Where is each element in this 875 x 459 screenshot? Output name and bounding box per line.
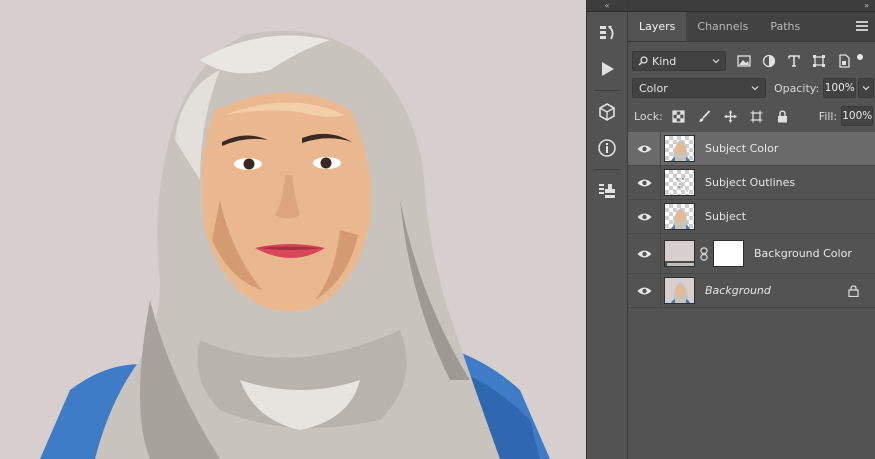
- opacity-label: Opacity:: [774, 81, 820, 95]
- eye-icon: [637, 145, 651, 152]
- tab-paths[interactable]: Paths: [759, 12, 811, 41]
- chevron-down-icon: [712, 59, 720, 64]
- lock-image-icon: [699, 109, 710, 122]
- lock-all-button[interactable]: [773, 107, 792, 126]
- layer-background-color[interactable]: Background Color: [628, 234, 875, 274]
- collapsed-panel-strip: «: [586, 0, 628, 459]
- layer-name: Background: [705, 284, 771, 297]
- tab-layers[interactable]: Layers: [628, 12, 687, 41]
- layer-thumbnail: [664, 169, 695, 196]
- play-icon: [602, 62, 614, 76]
- adjustment-filter-icon: [762, 54, 775, 68]
- lock-transparent-icon: [672, 109, 685, 123]
- filter-kind-label: Kind: [652, 54, 677, 68]
- expand-button[interactable]: »: [628, 0, 875, 12]
- type-filter-button[interactable]: [784, 52, 803, 71]
- layer-subject[interactable]: Subject: [628, 200, 875, 234]
- lock-artboard-icon: [750, 110, 763, 122]
- history-panel-button[interactable]: [587, 18, 627, 48]
- lock-all-icon: [777, 109, 787, 122]
- lock-label: Lock:: [634, 109, 663, 123]
- layer-filter-row: Kind: [628, 48, 875, 74]
- eye-icon: [637, 250, 651, 257]
- history-brush-icon: [600, 26, 614, 40]
- blend-mode-value: Color: [639, 81, 668, 95]
- 3d-cube-icon: [599, 103, 615, 121]
- clone-source-icon: [599, 184, 615, 198]
- layer-thumbnail: [664, 135, 695, 162]
- layer-thumbnail: [664, 277, 695, 304]
- chevron-down-icon: [862, 86, 870, 91]
- lock-transparent-button[interactable]: [669, 107, 688, 126]
- chevron-down-icon: [751, 86, 759, 91]
- panel-menu-icon[interactable]: [856, 21, 868, 31]
- vector-portrait-artwork: [40, 30, 550, 459]
- fill-layer-icon: [665, 261, 694, 266]
- portrait-thumbnail-icon: [670, 282, 691, 303]
- visibility-toggle[interactable]: [628, 144, 660, 154]
- fill-layer-thumbnail: [664, 240, 695, 267]
- opacity-slider-toggle[interactable]: [858, 78, 875, 98]
- smart-object-filter-icon: [838, 54, 850, 68]
- layer-subject-color[interactable]: Subject Color: [628, 132, 875, 166]
- info-icon: [598, 139, 616, 157]
- layer-name: Subject: [705, 210, 747, 223]
- layer-background[interactable]: Background: [628, 274, 875, 308]
- blend-mode-row: Color Opacity: 100%: [628, 76, 875, 100]
- divider: [594, 90, 620, 91]
- layer-mask-thumbnail: [713, 240, 744, 267]
- shape-filter-icon: [812, 55, 825, 67]
- divider: [594, 169, 620, 170]
- collapse-button[interactable]: «: [587, 0, 627, 12]
- opacity-input[interactable]: 100%: [823, 78, 857, 98]
- visibility-toggle[interactable]: [628, 286, 660, 296]
- blend-mode-dropdown[interactable]: Color: [632, 78, 766, 98]
- layer-name: Subject Color: [705, 142, 779, 155]
- image-filter-icon: [736, 55, 751, 67]
- type-filter-icon: [787, 55, 800, 67]
- 3d-panel-button[interactable]: [587, 97, 627, 127]
- visibility-toggle[interactable]: [628, 212, 660, 222]
- actions-panel-button[interactable]: [587, 54, 627, 84]
- search-icon: [638, 56, 648, 66]
- outlines-thumbnail-icon: [673, 174, 688, 192]
- lock-artboard-button[interactable]: [747, 107, 766, 126]
- lock-position-icon: [724, 110, 737, 122]
- visibility-toggle[interactable]: [628, 249, 660, 259]
- layers-list: Subject Color Subject Outlines Subject B…: [628, 132, 875, 308]
- visibility-toggle[interactable]: [628, 178, 660, 188]
- filter-kind-dropdown[interactable]: Kind: [632, 51, 726, 71]
- shape-filter-button[interactable]: [809, 52, 828, 71]
- clone-source-panel-button[interactable]: [587, 176, 627, 206]
- eye-icon: [637, 179, 651, 186]
- lock-position-button[interactable]: [721, 107, 740, 126]
- layer-name: Subject Outlines: [705, 176, 796, 189]
- fill-label: Fill:: [818, 109, 838, 123]
- adjustment-filter-button[interactable]: [759, 52, 778, 71]
- layer-subject-outlines[interactable]: Subject Outlines: [628, 166, 875, 200]
- smart-object-filter-button[interactable]: [834, 52, 853, 71]
- layers-panel: » Layers Channels Paths Kind Color Opaci…: [628, 0, 875, 459]
- lock-image-button[interactable]: [695, 107, 714, 126]
- eye-icon: [637, 213, 651, 220]
- portrait-thumbnail-icon: [670, 140, 691, 161]
- link-icon[interactable]: [700, 246, 708, 261]
- panel-tabs: Layers Channels Paths: [628, 12, 875, 42]
- lock-row: Lock: Fill: 100%: [628, 104, 875, 128]
- layer-thumbnail: [664, 203, 695, 230]
- layer-name: Background Color: [754, 247, 852, 260]
- portrait-thumbnail-icon: [670, 208, 691, 229]
- filter-toggle-switch[interactable]: [857, 54, 863, 60]
- fill-input[interactable]: 100%: [841, 106, 874, 126]
- image-filter-button[interactable]: [734, 52, 753, 71]
- document-canvas[interactable]: [0, 0, 586, 459]
- info-panel-button[interactable]: [587, 133, 627, 163]
- tab-channels[interactable]: Channels: [686, 12, 759, 41]
- lock-icon: [848, 285, 859, 297]
- eye-icon: [637, 287, 651, 294]
